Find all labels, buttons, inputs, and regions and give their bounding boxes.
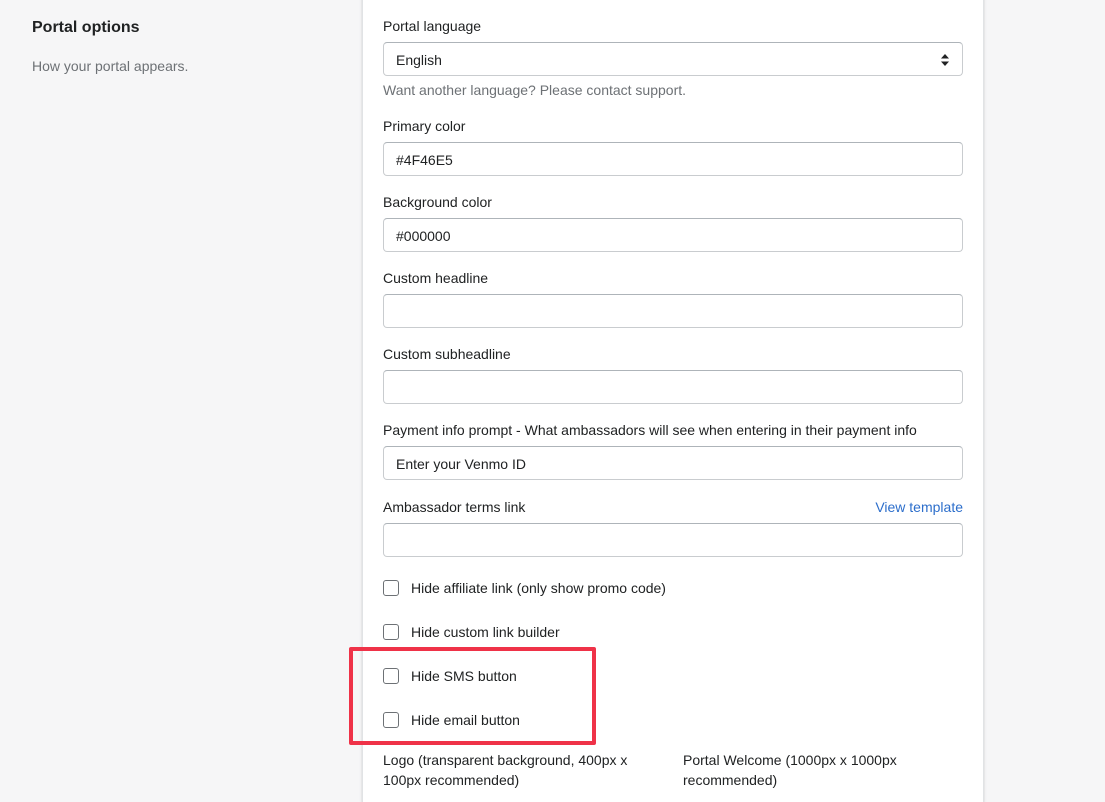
logo-upload-label: Logo (transparent background, 400px x 10… [383,752,628,788]
payment-prompt-input[interactable]: Enter your Venmo ID [383,446,963,480]
hide-sms-label[interactable]: Hide SMS button [411,668,517,684]
terms-link-input[interactable] [383,523,963,557]
portal-options-aside: Portal options How your portal appears. [32,18,332,76]
primary-color-field: Primary color #4F46E5 [383,116,963,176]
background-color-input[interactable]: #000000 [383,218,963,252]
primary-color-input[interactable]: #4F46E5 [383,142,963,176]
hide-affiliate-checkbox[interactable] [383,580,399,596]
language-field: Portal language English Want another lan… [383,16,963,100]
welcome-upload-label: Portal Welcome (1000px x 1000px recommen… [683,752,897,788]
section-description: How your portal appears. [32,58,189,74]
view-template-link[interactable]: View template [875,497,963,517]
payment-prompt-field: Payment info prompt - What ambassadors w… [383,420,963,480]
hide-affiliate-checkbox-row[interactable]: Hide affiliate link (only show promo cod… [383,578,666,598]
select-caret-icon [941,54,949,66]
payment-prompt-label: Payment info prompt - What ambassadors w… [383,422,917,438]
hide-custom-link-label[interactable]: Hide custom link builder [411,624,560,640]
language-select-value: English [396,52,442,68]
hide-email-checkbox[interactable] [383,712,399,728]
hide-affiliate-label[interactable]: Hide affiliate link (only show promo cod… [411,580,666,596]
portal-options-card: Portal language English Want another lan… [362,0,984,802]
section-title: Portal options [32,19,140,36]
language-label: Portal language [383,18,482,34]
terms-link-field: Ambassador terms link View template [383,497,963,557]
custom-headline-label: Custom headline [383,270,489,286]
terms-link-label: Ambassador terms link [383,499,526,515]
primary-color-label: Primary color [383,118,466,134]
hide-sms-checkbox-row[interactable]: Hide SMS button [383,666,517,686]
custom-headline-input[interactable] [383,294,963,328]
language-select[interactable]: English [383,42,963,76]
hide-email-checkbox-row[interactable]: Hide email button [383,710,520,730]
custom-subheadline-field: Custom subheadline [383,344,963,404]
custom-subheadline-input[interactable] [383,370,963,404]
background-color-field: Background color #000000 [383,192,963,252]
custom-headline-field: Custom headline [383,268,963,328]
language-help-text: Want another language? Please contact su… [383,82,687,98]
hide-sms-checkbox[interactable] [383,668,399,684]
custom-subheadline-label: Custom subheadline [383,346,511,362]
background-color-label: Background color [383,194,492,210]
hide-custom-link-checkbox-row[interactable]: Hide custom link builder [383,622,560,642]
hide-email-label[interactable]: Hide email button [411,712,520,728]
hide-custom-link-checkbox[interactable] [383,624,399,640]
terms-link-label-row: Ambassador terms link View template [383,497,963,517]
